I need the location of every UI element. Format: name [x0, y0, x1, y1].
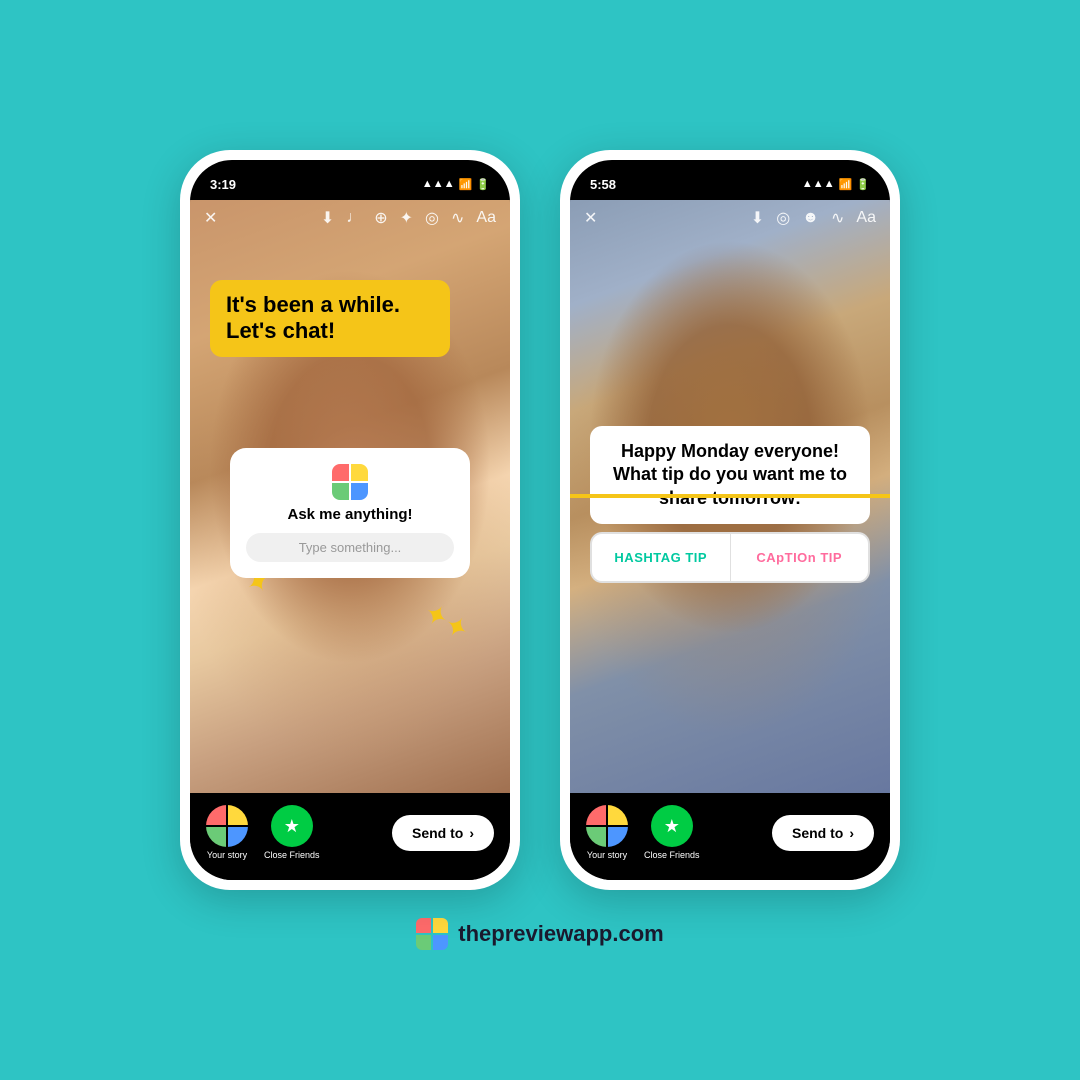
notch-2	[665, 160, 795, 188]
close-friends-option-1[interactable]: ★ Close Friends	[264, 805, 320, 860]
close-icon-2[interactable]: ✕	[584, 208, 597, 228]
yellow-divider-line	[570, 494, 890, 498]
phone-1: 3:19 ▲▲▲ 📶 🔋 ✕ ⬇ ♩	[180, 150, 520, 890]
timer-icon-2[interactable]: ◎	[776, 208, 790, 228]
story-toolbar-2: ✕ ⬇ ◎ ☻ ∿ Aa	[570, 200, 890, 236]
battery-icon-2: 🔋	[856, 178, 870, 191]
phones-container: 3:19 ▲▲▲ 📶 🔋 ✕ ⬇ ♩	[180, 150, 900, 890]
send-to-button-1[interactable]: Send to ›	[392, 815, 494, 851]
your-story-label-1: Your story	[207, 850, 247, 860]
link-icon-1[interactable]: ⊕	[374, 208, 387, 228]
poll-option-right[interactable]: CApTIOn TIP	[731, 534, 869, 581]
close-icon-1[interactable]: ✕	[204, 208, 217, 228]
send-to-button-2[interactable]: Send to ›	[772, 815, 874, 851]
signal-icon-1: ▲▲▲	[422, 178, 455, 190]
preview-logo-sticker	[332, 464, 368, 500]
music-icon-1[interactable]: ♩	[346, 209, 362, 227]
story-content-2: ✕ ⬇ ◎ ☻ ∿ Aa Happy M	[570, 200, 890, 793]
notch-1	[285, 160, 415, 188]
close-friends-option-2[interactable]: ★ Close Friends	[644, 805, 700, 860]
time-1: 3:19	[210, 177, 236, 192]
question-sticker[interactable]: Ask me anything! Type something...	[230, 448, 470, 578]
face-icon-2[interactable]: ☻	[802, 209, 819, 227]
wifi-icon-2: 📶	[839, 178, 853, 191]
ask-me-label: Ask me anything!	[246, 506, 454, 523]
battery-icon-1: 🔋	[476, 178, 490, 191]
download-icon-1[interactable]: ⬇	[321, 208, 334, 228]
face-icon-1[interactable]: ◎	[425, 208, 439, 228]
text-icon-2[interactable]: Aa	[856, 209, 876, 227]
chevron-right-icon-2: ›	[849, 825, 854, 841]
wifi-icon-1: 📶	[459, 178, 473, 191]
poll-option-left[interactable]: HASHTAG TIP	[592, 534, 731, 581]
download-icon-2[interactable]: ⬇	[751, 208, 764, 228]
your-story-label-2: Your story	[587, 850, 627, 860]
footer-logo	[416, 918, 448, 950]
phone-2: 5:58 ▲▲▲ 📶 🔋 ✕ ⬇ ◎	[560, 150, 900, 890]
story-content-1: ✕ ⬇ ♩ ⊕ ✦ ◎ ∿ Aa It's been a w	[190, 200, 510, 793]
text-icon-1[interactable]: Aa	[476, 209, 496, 227]
sound-icon-1[interactable]: ∿	[451, 208, 464, 228]
your-story-option-2[interactable]: Your story	[586, 805, 628, 860]
text-sticker-1: It's been a while. Let's chat!	[210, 280, 450, 357]
your-story-option-1[interactable]: Your story	[206, 805, 248, 860]
close-friends-label-1: Close Friends	[264, 850, 320, 860]
bottom-bar-1: Your story ★ Close Friends Send to ›	[190, 793, 510, 880]
signal-icon-2: ▲▲▲	[802, 178, 835, 190]
close-friends-label-2: Close Friends	[644, 850, 700, 860]
sparkle-icon-1[interactable]: ✦	[400, 208, 413, 228]
footer-website: thepreviewapp.com	[458, 921, 663, 947]
bottom-bar-2: Your story ★ Close Friends Send to ›	[570, 793, 890, 880]
sound-icon-2[interactable]: ∿	[831, 208, 844, 228]
chevron-right-icon-1: ›	[469, 825, 474, 841]
time-2: 5:58	[590, 177, 616, 192]
poll-sticker[interactable]: Happy Monday everyone! What tip do you w…	[590, 426, 870, 583]
poll-question-text: Happy Monday everyone! What tip do you w…	[606, 440, 854, 510]
type-input-placeholder[interactable]: Type something...	[246, 533, 454, 562]
footer: thepreviewapp.com	[416, 918, 663, 950]
story-toolbar-1: ✕ ⬇ ♩ ⊕ ✦ ◎ ∿ Aa	[190, 200, 510, 236]
